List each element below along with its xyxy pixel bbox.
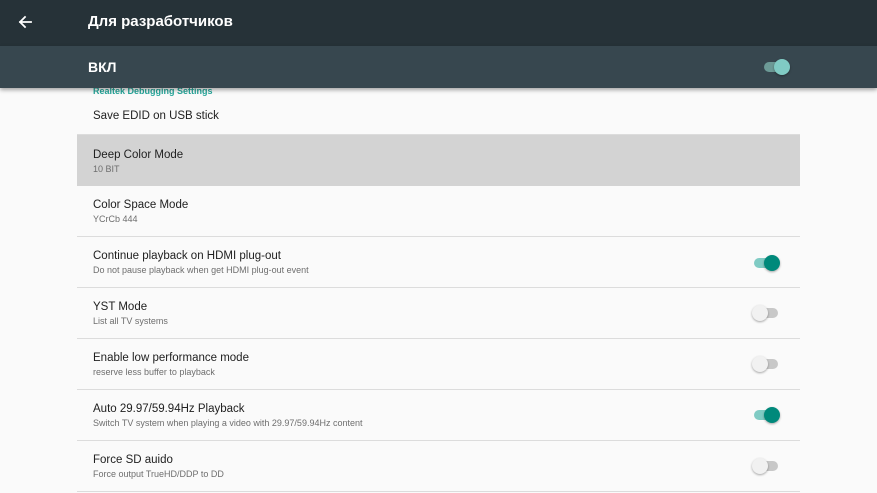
item-summary: reserve less buffer to playback — [93, 367, 215, 377]
master-switch-bar[interactable]: ВКЛ — [0, 46, 877, 88]
master-toggle-switch[interactable] — [762, 57, 790, 77]
toggle-switch[interactable] — [752, 303, 780, 323]
item-summary: Switch TV system when playing a video wi… — [93, 418, 363, 428]
list-item-color-space-mode[interactable]: Color Space Mode YCrCb 444 — [77, 186, 800, 237]
toolbar: Для разработчиков — [0, 0, 877, 46]
list-item-yst-mode[interactable]: YST Mode List all TV systems — [77, 288, 800, 339]
back-button[interactable] — [12, 9, 38, 35]
toggle-switch[interactable] — [752, 253, 780, 273]
list-item-force-sd-audio[interactable]: Force SD auido Force output TrueHD/DDP t… — [77, 441, 800, 492]
switch-thumb — [752, 356, 768, 372]
item-title: Color Space Mode — [93, 199, 189, 211]
list-item-low-performance-mode[interactable]: Enable low performance mode reserve less… — [77, 339, 800, 390]
switch-thumb — [752, 458, 768, 474]
switch-thumb — [764, 255, 780, 271]
item-title: Continue playback on HDMI plug-out — [93, 250, 281, 262]
switch-thumb — [752, 305, 768, 321]
switch-thumb — [764, 407, 780, 423]
item-title: YST Mode — [93, 301, 148, 313]
item-title: Save EDID on USB stick — [93, 110, 219, 122]
master-switch-label: ВКЛ — [88, 59, 117, 75]
item-summary: YCrCb 444 — [93, 214, 138, 224]
list-item-continue-playback[interactable]: Continue playback on HDMI plug-out Do no… — [77, 237, 800, 288]
toggle-switch[interactable] — [752, 405, 780, 425]
item-summary: List all TV systems — [93, 316, 168, 326]
item-title: Deep Color Mode — [93, 149, 184, 161]
item-summary: Do not pause playback when get HDMI plug… — [93, 265, 309, 275]
item-summary: 10 BIT — [93, 164, 120, 174]
settings-list: Realtek Debugging Settings Save EDID on … — [77, 88, 800, 493]
list-item-deep-color-mode[interactable]: Deep Color Mode 10 BIT — [77, 135, 800, 186]
item-title: Force SD auido — [93, 454, 173, 466]
toggle-switch[interactable] — [752, 354, 780, 374]
page-title: Для разработчиков — [88, 13, 233, 30]
item-title: Auto 29.97/59.94Hz Playback — [93, 403, 245, 415]
list-item-save-edid[interactable]: Save EDID on USB stick — [77, 94, 800, 135]
switch-thumb — [774, 59, 790, 75]
item-summary: Force output TrueHD/DDP to DD — [93, 469, 224, 479]
list-item-auto-playback[interactable]: Auto 29.97/59.94Hz Playback Switch TV sy… — [77, 390, 800, 441]
item-title: Enable low performance mode — [93, 352, 249, 364]
arrow-left-icon — [18, 15, 32, 29]
toggle-switch[interactable] — [752, 456, 780, 476]
